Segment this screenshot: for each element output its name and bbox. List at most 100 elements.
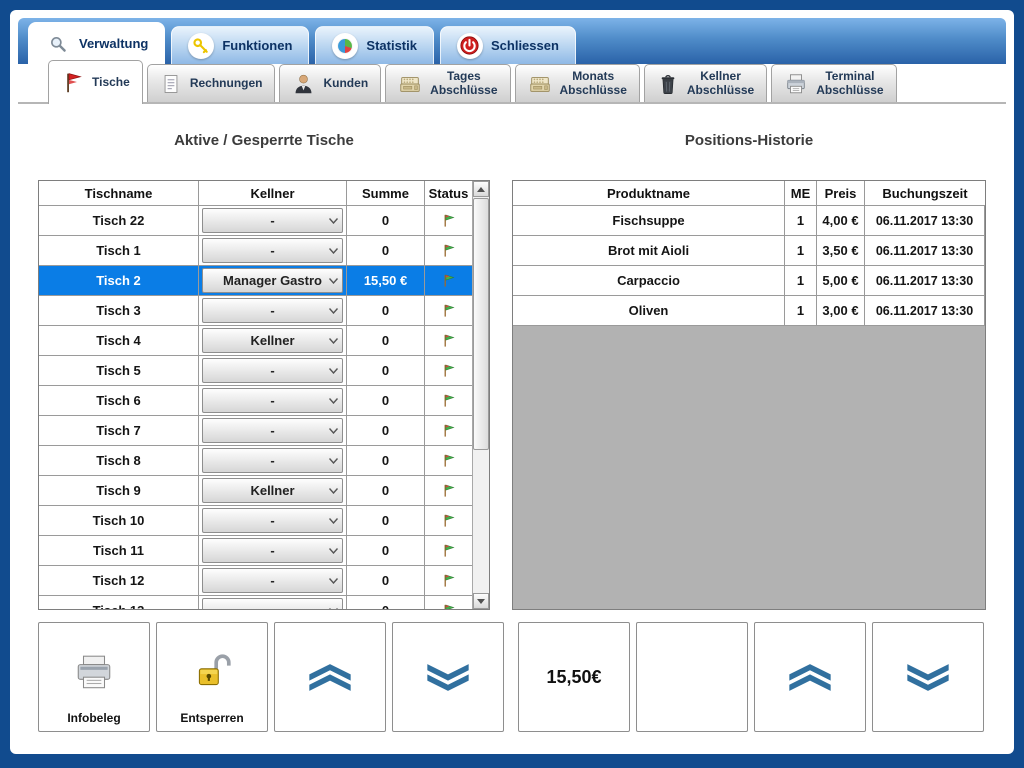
kellner-dropdown[interactable]: Kellner [202,328,343,353]
summe-cell: 0 [347,416,425,446]
produktname-cell: Carpaccio [513,266,785,296]
sum-display-button[interactable]: 15,50€ [518,622,630,732]
status-flag-icon [441,363,456,378]
table-row-tisch-9[interactable]: Tisch 9Kellner0 [39,476,472,506]
app-window: VerwaltungFunktionenStatistikSchliessen … [10,10,1014,754]
summe-cell: 0 [347,596,425,610]
status-cell [425,386,472,416]
button-label: Infobeleg [39,711,149,725]
chevron-down-icon [329,398,338,404]
vertical-scrollbar[interactable] [472,181,489,609]
table-flag-icon [61,71,84,94]
chevron-up-double-icon [787,662,833,693]
right-table-body: Fischsuppe14,00 €06.11.2017 13:30Brot mi… [513,206,985,326]
tischname-cell: Tisch 22 [39,206,199,236]
kellner-dropdown[interactable]: - [202,538,343,563]
summe-cell: 0 [347,566,425,596]
history-scroll-down-button[interactable] [872,622,984,732]
table-row-tisch-11[interactable]: Tisch 11-0 [39,536,472,566]
tables-table: TischnameKellnerSummeStatus Tisch 22-0Ti… [38,180,490,610]
table-row-tisch-6[interactable]: Tisch 6-0 [39,386,472,416]
preis-cell: 4,00 € [817,206,865,236]
history-row-brot-mit-aioli[interactable]: Brot mit Aioli13,50 €06.11.2017 13:30 [513,236,985,266]
preis-cell: 3,50 € [817,236,865,266]
kellner-cell: - [199,296,347,326]
kellner-dropdown[interactable]: - [202,418,343,443]
summe-cell: 0 [347,206,425,236]
sub-tab-label: Abschlüsse [816,84,883,98]
kellner-dropdown[interactable]: Manager Gastro [202,268,343,293]
status-flag-icon [441,423,456,438]
tischname-cell: Tisch 13 [39,596,199,610]
sub-tab-kunden[interactable]: Kunden [279,64,381,102]
sub-tab-kellner-abschlüsse[interactable]: KellnerAbschlüsse [644,64,767,102]
blank-button[interactable] [636,622,748,732]
status-flag-icon [441,573,456,588]
scroll-thumb[interactable] [473,198,489,450]
scroll-down-button[interactable] [473,593,489,609]
table-row-tisch-8[interactable]: Tisch 8-0 [39,446,472,476]
table-row-tisch-13[interactable]: Tisch 13 - 0 [39,596,472,610]
left-table-header: TischnameKellnerSummeStatus [39,181,472,206]
table-row-tisch-3[interactable]: Tisch 3-0 [39,296,472,326]
me-cell: 1 [785,206,817,236]
kellner-dropdown[interactable]: - [202,568,343,593]
history-row-carpaccio[interactable]: Carpaccio15,00 €06.11.2017 13:30 [513,266,985,296]
cash-drawer-icon [398,72,422,96]
sub-tab-terminal-abschlüsse[interactable]: TerminalAbschlüsse [771,64,896,102]
kellner-dropdown[interactable]: Kellner [202,478,343,503]
summe-cell: 0 [347,296,425,326]
kellner-dropdown[interactable]: - [202,298,343,323]
status-cell [425,266,472,296]
me-cell: 1 [785,236,817,266]
kellner-value: - [270,603,274,610]
column-header-preis: Preis [817,181,865,206]
sub-tab-rechnungen[interactable]: Rechnungen [147,64,276,102]
button-label: Entsperren [157,711,267,725]
kellner-dropdown[interactable]: - [202,598,343,610]
table-row-tisch-2[interactable]: Tisch 2Manager Gastro15,50 € [39,266,472,296]
chevron-down-icon [329,578,338,584]
status-flag-icon [441,213,456,228]
status-cell [425,296,472,326]
table-row-tisch-22[interactable]: Tisch 22-0 [39,206,472,236]
kellner-value: - [270,453,274,468]
entsperren-button[interactable]: Entsperren [156,622,268,732]
kellner-dropdown[interactable]: - [202,508,343,533]
chevron-down-double-icon [425,662,471,693]
button-label: 15,50€ [546,667,601,688]
history-row-oliven[interactable]: Oliven13,00 €06.11.2017 13:30 [513,296,985,326]
sub-tab-label: Kunden [323,77,368,91]
history-row-fischsuppe[interactable]: Fischsuppe14,00 €06.11.2017 13:30 [513,206,985,236]
sub-tab-label: Abschlüsse [560,84,627,98]
kellner-dropdown[interactable]: - [202,208,343,233]
kellner-cell: - [199,206,347,236]
chevron-down-icon [329,308,338,314]
status-cell [425,446,472,476]
table-row-tisch-12[interactable]: Tisch 12-0 [39,566,472,596]
kellner-value: Kellner [250,333,294,348]
kellner-dropdown[interactable]: - [202,388,343,413]
tables-scroll-down-button[interactable] [392,622,504,732]
kellner-dropdown[interactable]: - [202,448,343,473]
table-row-tisch-4[interactable]: Tisch 4Kellner0 [39,326,472,356]
kellner-cell: - [199,446,347,476]
sub-tab-monats-abschlüsse[interactable]: MonatsAbschlüsse [515,64,640,102]
table-row-tisch-7[interactable]: Tisch 7-0 [39,416,472,446]
sub-tab-tages-abschlüsse[interactable]: TagesAbschlüsse [385,64,510,102]
tischname-cell: Tisch 11 [39,536,199,566]
kellner-dropdown[interactable]: - [202,358,343,383]
summe-cell: 0 [347,386,425,416]
history-scroll-up-button[interactable] [754,622,866,732]
status-flag-icon [441,273,456,288]
main-tab-label: Funktionen [222,38,292,53]
table-row-tisch-10[interactable]: Tisch 10-0 [39,506,472,536]
scroll-up-button[interactable] [473,181,489,197]
tables-scroll-up-button[interactable] [274,622,386,732]
sub-tab-label: Tische [92,76,130,90]
kellner-dropdown[interactable]: - [202,238,343,263]
table-row-tisch-5[interactable]: Tisch 5-0 [39,356,472,386]
sub-tab-tische[interactable]: Tische [48,60,143,104]
table-row-tisch-1[interactable]: Tisch 1-0 [39,236,472,266]
infobeleg-button[interactable]: Infobeleg [38,622,150,732]
